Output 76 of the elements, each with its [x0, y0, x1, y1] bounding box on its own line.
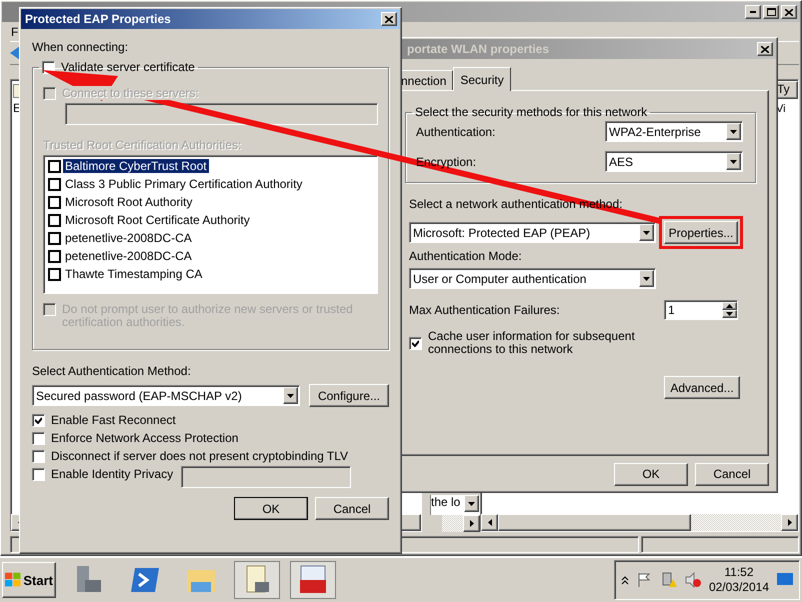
- servers-field[interactable]: [65, 103, 378, 125]
- windows-logo-icon: [5, 572, 22, 588]
- speaker-muted-icon: [684, 572, 701, 588]
- maximize-button[interactable]: [763, 5, 779, 19]
- dialog-button[interactable]: Cancel: [695, 462, 769, 486]
- group-title: Select the security methods for this network: [415, 105, 648, 119]
- monitor-icon: [777, 573, 793, 587]
- flag-icon: [636, 572, 653, 588]
- field-label: Select Authentication Method:: [32, 364, 192, 378]
- dialog-button[interactable]: OK: [614, 462, 688, 486]
- dialog-title: portate WLAN properties: [406, 42, 550, 56]
- minimize-icon: [750, 11, 756, 13]
- mode-select[interactable]: User or Computer authentication: [409, 268, 656, 289]
- close-button[interactable]: [381, 12, 397, 26]
- close-button[interactable]: [757, 42, 773, 56]
- clock[interactable]: 11:52 02/03/2014: [708, 565, 769, 595]
- arrow-icon: [468, 502, 475, 506]
- section-label: When connecting:: [32, 40, 130, 54]
- close-button[interactable]: [781, 5, 797, 19]
- scroll-left-button[interactable]: [481, 514, 498, 531]
- option-checkbox[interactable]: Enforce Network Access Protection: [32, 431, 238, 445]
- authority-item[interactable]: petenetlive-2008DC-CA: [48, 249, 373, 263]
- combo-field[interactable]: the lo: [430, 495, 480, 515]
- authority-item[interactable]: Baltimore CyberTrust Root: [48, 159, 373, 173]
- encryption-select[interactable]: AES: [605, 151, 743, 172]
- number-field[interactable]: 1: [664, 300, 738, 320]
- authority-item[interactable]: Class 3 Public Primary Certification Authority: [48, 177, 373, 191]
- check-icon: [35, 416, 42, 424]
- arrow-icon: [470, 520, 474, 527]
- dialog-button[interactable]: Cancel: [315, 497, 389, 520]
- check-icon: [412, 340, 419, 346]
- dialog-title: Protected EAP Properties: [25, 12, 172, 26]
- maximize-icon: [766, 8, 776, 16]
- horizontal-scrollbar[interactable]: [481, 514, 798, 531]
- properties-button[interactable]: Properties...: [664, 221, 738, 244]
- authority-item[interactable]: Thawte Timestamping CA: [48, 267, 373, 281]
- arrow-icon: [730, 160, 737, 164]
- arrow-icon: [643, 230, 650, 234]
- taskbar-app[interactable]: [234, 561, 280, 599]
- authentication-select[interactable]: WPA2-Enterprise: [605, 121, 743, 142]
- tab[interactable]: Security: [453, 67, 511, 91]
- option-checkbox[interactable]: Enable Fast Reconnect: [32, 413, 176, 427]
- arrow-icon: [643, 276, 650, 280]
- arrow-icon: [730, 130, 737, 134]
- chevron-up-icon: [620, 575, 629, 585]
- scroll-right-button[interactable]: [463, 515, 480, 532]
- advanced-button[interactable]: Advanced...: [664, 376, 740, 399]
- authority-item[interactable]: petenetlive-2008DC-CA: [48, 231, 373, 245]
- taskbar-app[interactable]: [290, 561, 336, 599]
- close-icon: [385, 16, 393, 22]
- minimize-button[interactable]: [745, 5, 761, 19]
- horizontal-scrollbar[interactable]: [442, 515, 480, 532]
- cache-checkbox[interactable]: Cache user information for subsequent connections to this network: [409, 330, 679, 356]
- dialog-button[interactable]: OK: [234, 497, 308, 520]
- authority-item[interactable]: Microsoft Root Certificate Authority: [48, 213, 373, 227]
- network-warning-icon: [660, 572, 677, 588]
- scroll-right-button[interactable]: [781, 514, 798, 531]
- arrow-icon: [488, 519, 492, 526]
- field-label: Authentication Mode:: [409, 249, 522, 263]
- arrow-icon: [287, 394, 294, 398]
- start-button[interactable]: Start: [2, 562, 56, 598]
- method-select[interactable]: Microsoft: Protected EAP (PEAP): [409, 222, 656, 243]
- authority-item[interactable]: Microsoft Root Authority: [48, 195, 373, 209]
- close-icon: [761, 46, 769, 52]
- configure-button[interactable]: Configure...: [309, 384, 389, 407]
- field-label: Max Authentication Failures:: [409, 303, 560, 317]
- option-checkbox[interactable]: Disconnect if server does not present cryptobinding TLV: [32, 449, 348, 463]
- identity-field[interactable]: [181, 466, 352, 488]
- option-checkbox[interactable]: Enable Identity Privacy: [32, 467, 174, 481]
- close-icon: [785, 8, 793, 16]
- scroll-thumb[interactable]: [498, 514, 691, 531]
- arrow-icon: [788, 519, 792, 526]
- field-label: Authentication:: [416, 124, 496, 138]
- method-select[interactable]: Secured password (EAP-MSCHAP v2): [32, 385, 300, 406]
- menu-item[interactable]: F: [11, 25, 18, 39]
- toolbox-window-icon: [297, 564, 329, 596]
